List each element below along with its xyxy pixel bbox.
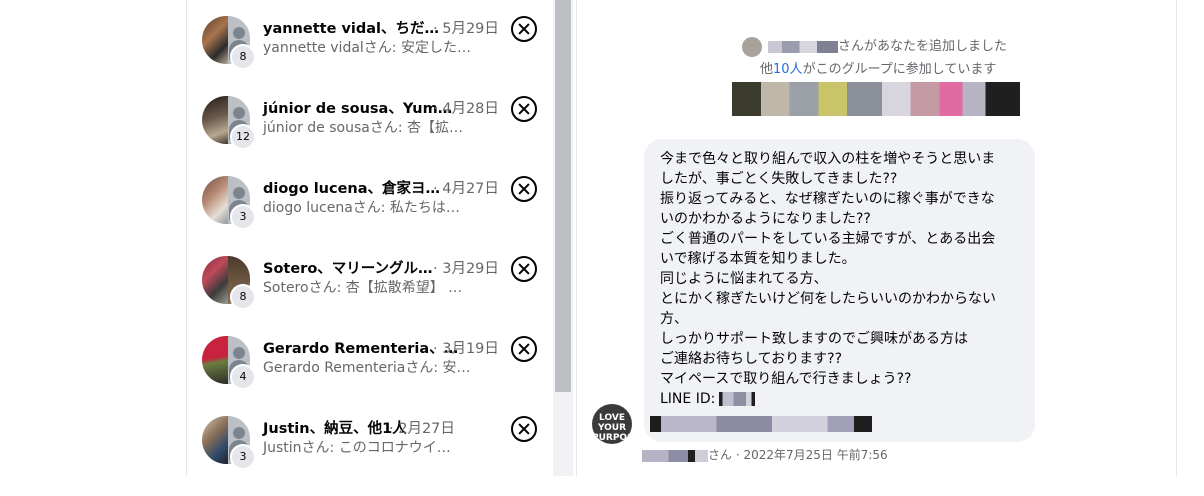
redacted-line-id: [719, 392, 756, 406]
thread-date: · 3月19日: [433, 341, 499, 357]
thread-snippet: Gerardo Rementeriaさん: 安…: [263, 360, 471, 376]
thread-date: · 4月28日: [433, 101, 499, 117]
message-line: したが、事ごとく失敗してきました??: [660, 171, 898, 187]
group-avatar: 3: [202, 416, 256, 470]
close-icon[interactable]: [511, 16, 537, 42]
group-avatar: 8: [202, 16, 256, 70]
system-joined-notice: 他10人がこのグループに参加しています: [760, 58, 996, 77]
close-icon[interactable]: [511, 96, 537, 122]
group-avatar: 3: [202, 176, 256, 230]
added-text: さんがあなたを追加しました: [838, 39, 1008, 54]
message-line: 振り返ってみると、なぜ稼ぎたいのに稼ぐ事ができな: [660, 191, 995, 207]
thread-row[interactable]: 3 diogo lucena、倉家ヨ… · 4月27日 diogo lucena…: [186, 176, 552, 256]
message-meta-text: さん · 2022年7月25日 午前7:56: [708, 448, 888, 462]
close-icon[interactable]: [511, 176, 537, 202]
thread-row[interactable]: 4 Gerardo Rementeria、… · 3月19日 Gerardo R…: [186, 336, 552, 416]
right-gutter: [1176, 0, 1204, 476]
close-icon[interactable]: [511, 336, 537, 362]
thread-row[interactable]: 12 júnior de sousa、Yum… · 4月28日 júnior d…: [186, 96, 552, 176]
message-bubble[interactable]: 今まで色々と取り組んで収入の柱を増やそうと思いま したが、事ごとく失敗してきまし…: [644, 139, 1035, 442]
member-count-badge: 8: [230, 284, 256, 310]
member-photo: [202, 416, 230, 464]
member-photo: [202, 16, 230, 64]
message-line: とにかく稼ぎたいけど何をしたらいいのかわからない: [660, 291, 996, 307]
line-id-line: LINE ID:: [660, 389, 1021, 409]
thread-snippet: yannette vidalさん: 安定した…: [263, 40, 471, 56]
close-icon[interactable]: [511, 256, 537, 282]
joined-count-link[interactable]: 10人: [773, 62, 803, 77]
thread-date: · 2月27日: [389, 421, 455, 437]
message-line: ごく普通のパートをしている主婦ですが、とある出会: [660, 231, 996, 247]
thread-title: diogo lucena、倉家ヨ…: [263, 181, 441, 197]
group-avatar: 12: [202, 96, 256, 150]
member-count-badge: 4: [230, 364, 256, 390]
line-id-label: LINE ID:: [660, 391, 716, 407]
member-count-badge: 8: [230, 44, 256, 70]
thread-snippet: Soteroさん: 杏【拡散希望】 …: [263, 280, 463, 296]
close-icon[interactable]: [511, 416, 537, 442]
group-avatar: 8: [202, 256, 256, 310]
redacted-sender-name: [642, 449, 708, 462]
member-photo: [202, 256, 230, 304]
message-line: マイペースで取り組んで行きましょう??: [660, 371, 912, 387]
sender-avatar[interactable]: LOVE YOUR PURPOSE: [592, 404, 632, 444]
redacted-text: [650, 416, 872, 432]
message-line: 同じように悩まれてる方、: [660, 271, 828, 287]
thread-snippet: Justinさん: このコロナウイ…: [263, 440, 451, 456]
message-line: いのかわかるようになりました??: [660, 211, 871, 227]
message-meta: さん · 2022年7月25日 午前7:56: [642, 446, 888, 463]
member-faces-row[interactable]: [732, 82, 1020, 116]
thread-title: yannette vidal、ちだ…: [263, 21, 440, 37]
message-line: 方、: [660, 311, 688, 327]
message-line: しっかりサポート致しますのでご興味がある方は: [660, 331, 968, 347]
thread-title: Gerardo Rementeria、…: [263, 341, 459, 357]
member-count-badge: 3: [230, 204, 256, 230]
member-count-badge: 3: [230, 444, 256, 470]
message-line: 今まで色々と取り組んで収入の柱を増やそうと思いま: [660, 151, 996, 167]
scrollbar-thumb[interactable]: [555, 0, 571, 392]
thread-title: Justin、納豆、他1人: [263, 421, 407, 437]
member-photo: [202, 96, 230, 144]
system-added-notice: さんがあなたを追加しました: [742, 35, 1007, 57]
thread-snippet: diogo lucenaさん: 私たちは…: [263, 200, 460, 216]
thread-snippet: júnior de sousaさん: 杏【拡…: [263, 120, 464, 136]
thread-row[interactable]: 3 Justin、納豆、他1人 · 2月27日 Justinさん: このコロナウ…: [186, 416, 552, 496]
member-count-badge: 12: [230, 124, 256, 150]
member-photo: [202, 176, 230, 224]
thread-row[interactable]: 8 yannette vidal、ちだ… · 5月29日 yannette vi…: [186, 16, 552, 96]
message-line: ご連絡お待ちしております??: [660, 351, 843, 367]
joined-suffix: がこのグループに参加しています: [802, 62, 997, 77]
avatar: [742, 36, 762, 57]
joined-prefix: 他: [760, 62, 774, 77]
thread-date: · 5月29日: [433, 21, 499, 37]
thread-date: · 4月27日: [433, 181, 499, 197]
thread-title: Sotero、マリーングル…: [263, 261, 433, 277]
left-gutter: [0, 0, 186, 476]
redacted-name: [768, 40, 838, 53]
member-photo: [202, 336, 230, 384]
message-line: いで稼げる本質を知りました。: [660, 251, 856, 267]
group-avatar: 4: [202, 336, 256, 390]
thread-date: · 3月29日: [433, 261, 499, 277]
thread-row[interactable]: 8 Sotero、マリーングル… · 3月29日 Soteroさん: 杏【拡散希…: [186, 256, 552, 336]
thread-title: júnior de sousa、Yum…: [263, 101, 453, 117]
